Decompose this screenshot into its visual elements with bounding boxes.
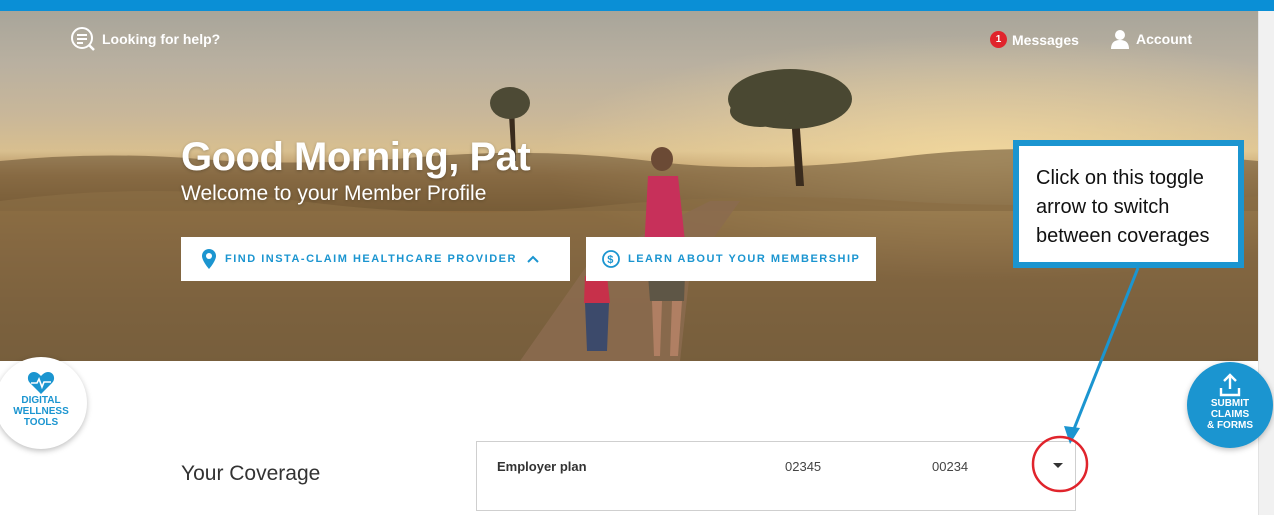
map-pin-icon [201,248,217,270]
help-label: Looking for help? [102,31,221,47]
svg-text:$: $ [607,254,615,266]
greeting-heading: Good Morning, Pat [181,135,531,179]
callout-text: Click on this toggle arrow to switch bet… [1018,145,1239,263]
messages-link[interactable]: 1 Messages [990,31,1079,48]
plan-number-1: 02345 [785,459,822,474]
coverage-selector[interactable]: Employer plan 02345 00234 [476,441,1076,511]
find-provider-label: FIND INSTA-CLAIM HEALTHCARE PROVIDER [225,253,517,265]
account-link[interactable]: Account [1110,29,1192,49]
search-chat-icon [71,27,95,51]
plan-number-2: 00234 [932,459,969,474]
page: Looking for help? 1 Messages Account Goo… [0,0,1274,515]
wellness-label: DIGITAL WELLNESS TOOLS [13,395,69,428]
account-label: Account [1136,31,1192,47]
welcome-subtitle: Welcome to your Member Profile [181,182,487,205]
submit-label: SUBMIT CLAIMS & FORMS [1206,398,1254,431]
caret-down-icon[interactable] [1050,459,1066,471]
annotation-callout: Click on this toggle arrow to switch bet… [1013,140,1244,268]
submit-claims-button[interactable]: SUBMIT CLAIMS & FORMS [1187,362,1273,448]
scrollbar[interactable] [1258,11,1274,515]
learn-membership-button[interactable]: $ LEARN ABOUT YOUR MEMBERSHIP [586,237,876,281]
help-link[interactable]: Looking for help? [70,26,220,52]
plan-name: Employer plan [497,459,587,474]
messages-badge: 1 [990,31,1007,48]
user-icon [1111,30,1129,49]
heart-pulse-icon [27,372,55,394]
chevron-up-icon [527,255,539,263]
learn-membership-label: LEARN ABOUT YOUR MEMBERSHIP [628,253,861,265]
find-provider-button[interactable]: FIND INSTA-CLAIM HEALTHCARE PROVIDER [181,237,570,281]
top-accent-bar [0,0,1274,11]
messages-label: Messages [1012,31,1079,48]
coverage-heading: Your Coverage [181,462,321,485]
dollar-circle-icon: $ [602,250,620,268]
digital-wellness-button[interactable]: DIGITAL WELLNESS TOOLS [0,357,87,449]
upload-icon [1219,373,1241,397]
